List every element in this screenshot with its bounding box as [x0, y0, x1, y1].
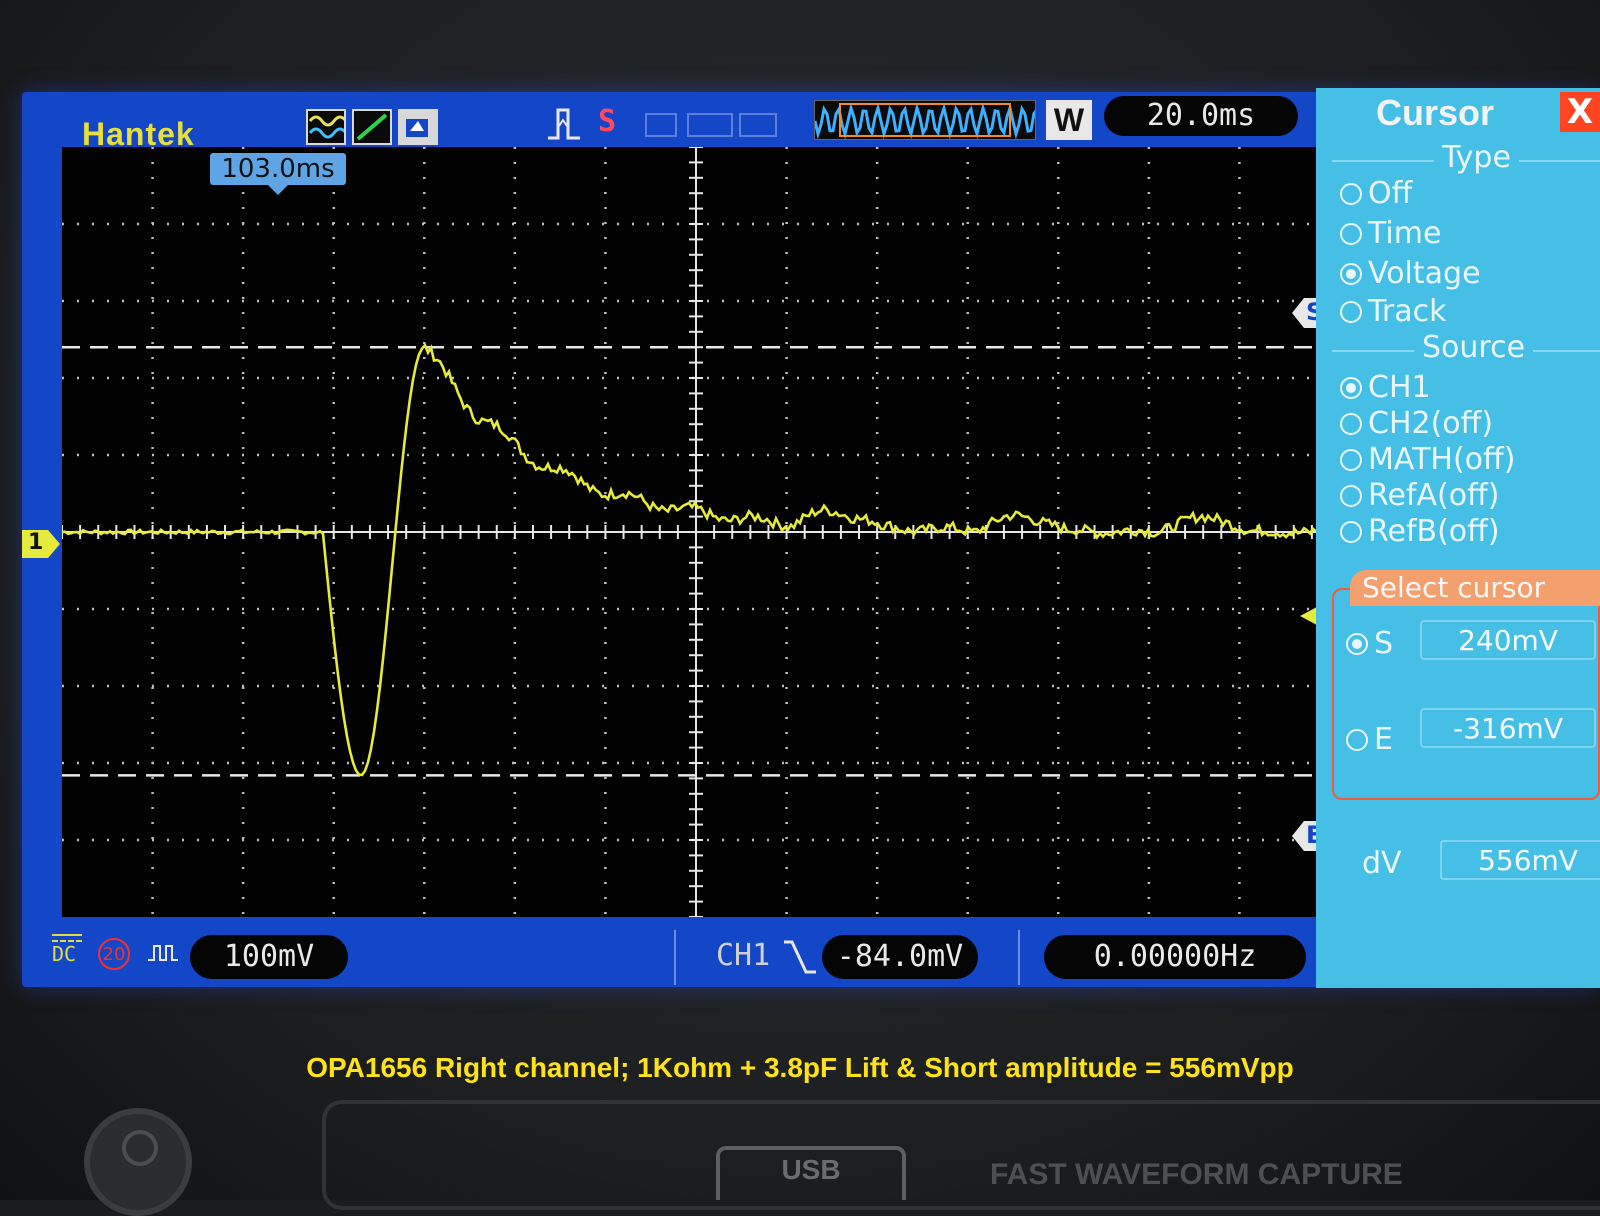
frequency-readout: 0.00000Hz — [1044, 935, 1306, 979]
source-heading: Source — [1414, 330, 1534, 365]
xy-mode-icon[interactable] — [352, 109, 392, 145]
cursor-s-option[interactable]: S — [1346, 626, 1393, 661]
source-option-ch1[interactable]: CH1 — [1340, 370, 1431, 405]
delta-v-label: dV — [1362, 846, 1402, 881]
source-option-label: CH2(off) — [1368, 406, 1494, 441]
type-option-voltage[interactable]: Voltage — [1340, 256, 1481, 291]
cursor-e-label: E — [1374, 722, 1393, 757]
source-option-ch2[interactable]: CH2(off) — [1340, 406, 1493, 441]
coupling-icon: DC — [52, 934, 82, 966]
bandwidth-limit-badge: 20 — [98, 938, 130, 970]
run-state-icons — [640, 110, 790, 148]
radio-icon — [1340, 301, 1362, 323]
status-divider — [674, 930, 676, 985]
select-cursor-tab: Select cursor — [1350, 570, 1600, 606]
usb-port: USB — [716, 1146, 906, 1200]
close-button[interactable]: X — [1560, 92, 1600, 132]
radio-icon — [1340, 413, 1362, 435]
trigger-level-readout[interactable]: -84.0mV — [822, 935, 978, 979]
radio-icon — [1340, 449, 1362, 471]
front-panel-recess — [322, 1100, 1600, 1210]
pulse-icon — [146, 940, 180, 970]
cursor-s-label: S — [1374, 626, 1394, 661]
trigger-source-label: CH1 — [716, 938, 771, 973]
radio-selected-icon — [1340, 263, 1362, 285]
radio-selected-icon — [1346, 633, 1368, 655]
type-option-off[interactable]: Off — [1340, 176, 1412, 211]
delta-v-value: 556mV — [1440, 840, 1600, 880]
coupling-label: DC — [52, 942, 77, 966]
photo-caption: OPA1656 Right channel; 1Kohm + 3.8pF Lif… — [306, 1052, 1294, 1083]
type-option-label: Off — [1368, 176, 1413, 211]
source-option-label: CH1 — [1368, 370, 1431, 405]
memory-overview[interactable] — [814, 100, 1036, 140]
ch1-ground-marker[interactable]: 1 — [22, 530, 60, 558]
source-option-math[interactable]: MATH(off) — [1340, 442, 1515, 477]
type-option-track[interactable]: Track — [1340, 294, 1447, 329]
status-divider-2 — [1018, 930, 1020, 985]
radio-selected-icon — [1340, 377, 1362, 399]
type-option-label: Voltage — [1368, 256, 1481, 291]
usb-label: USB — [781, 1154, 841, 1185]
trigger-position-label: 103.0ms — [210, 153, 346, 185]
falling-edge-icon — [782, 936, 818, 982]
radio-icon — [1340, 485, 1362, 507]
power-icon — [122, 1130, 158, 1166]
dual-wave-icon[interactable] — [306, 109, 348, 145]
radio-icon — [1346, 729, 1368, 751]
type-option-time[interactable]: Time — [1340, 216, 1441, 251]
memory-window-frame[interactable] — [839, 103, 1011, 137]
ch1-marker-label: 1 — [28, 530, 44, 555]
fast-capture-label: FAST WAVEFORM CAPTURE — [990, 1158, 1403, 1191]
cursor-e-value[interactable]: -316mV — [1420, 708, 1596, 748]
type-heading: Type — [1434, 140, 1519, 175]
persist-mode-icon[interactable] — [398, 109, 438, 145]
cursor-e-option[interactable]: E — [1346, 722, 1393, 757]
trigger-edge-icon — [544, 104, 584, 152]
trigger-state-marker: S — [598, 104, 617, 139]
cursor-s-value[interactable]: 240mV — [1420, 620, 1596, 660]
source-option-label: MATH(off) — [1368, 442, 1516, 477]
radio-icon — [1340, 223, 1362, 245]
source-option-refa[interactable]: RefA(off) — [1340, 478, 1499, 513]
radio-icon — [1340, 521, 1362, 543]
type-option-label: Time — [1368, 216, 1442, 251]
radio-icon — [1340, 183, 1362, 205]
source-option-label: RefA(off) — [1368, 478, 1500, 513]
source-option-label: RefB(off) — [1368, 514, 1500, 549]
volts-per-div-readout[interactable]: 100mV — [190, 935, 348, 979]
window-badge: W — [1046, 100, 1092, 140]
waveform-display[interactable] — [62, 147, 1330, 917]
source-option-refb[interactable]: RefB(off) — [1340, 514, 1500, 549]
timebase-readout[interactable]: 20.0ms — [1104, 96, 1298, 136]
cursor-menu-title: Cursor — [1376, 92, 1495, 133]
type-option-label: Track — [1368, 294, 1447, 329]
